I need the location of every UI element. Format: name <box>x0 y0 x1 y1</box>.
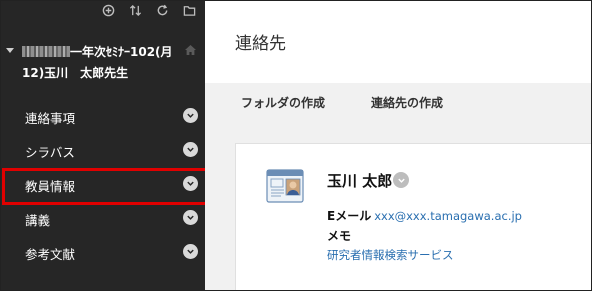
sidebar-item-label: シラバス <box>25 145 75 160</box>
create-contact-button[interactable]: 連絡先の作成 <box>371 94 443 111</box>
course-title: 一年次ｾﾐﾅｰ102(月 12)玉川 太郎先生 <box>22 45 173 80</box>
chevron-down-icon[interactable] <box>183 142 198 157</box>
sidebar-item-label: 教員情報 <box>25 179 76 194</box>
course-sidebar: 一年次ｾﾐﾅｰ102(月 12)玉川 太郎先生 連絡事項 シラバス 教員情報 講… <box>0 0 211 291</box>
chevron-down-icon[interactable] <box>393 172 409 188</box>
sidebar-toolbar <box>100 2 197 18</box>
chevron-down-icon[interactable] <box>183 244 198 259</box>
sidebar-item-instructor-info[interactable]: 教員情報 <box>0 167 211 205</box>
folder-icon[interactable] <box>181 2 197 18</box>
email-label: Eメール <box>327 209 372 223</box>
redacted-text <box>22 46 70 57</box>
contact-name[interactable]: 玉川 太郎 <box>327 170 392 191</box>
chevron-down-icon[interactable] <box>183 108 198 123</box>
collapse-caret-icon[interactable] <box>6 48 14 53</box>
email-row: Eメール xxx@xxx.tamagawa.ac.jp <box>327 207 522 224</box>
contact-card-icon <box>266 169 304 203</box>
refresh-icon[interactable] <box>154 2 170 18</box>
sort-arrows-icon[interactable] <box>127 2 143 18</box>
sidebar-item-label: 連絡事項 <box>25 111 76 126</box>
home-icon[interactable] <box>185 45 196 55</box>
chevron-down-icon[interactable] <box>183 176 198 191</box>
chevron-down-icon[interactable] <box>183 210 198 225</box>
sidebar-item-announcements[interactable]: 連絡事項 <box>0 99 205 133</box>
sidebar-item-label: 講義 <box>25 213 51 228</box>
sidebar-item-syllabus[interactable]: シラバス <box>0 133 205 167</box>
main-content: 連絡先 フォルダの作成 連絡先の作成 玉川 太郎 Eメール xxx@xxx.tam… <box>205 0 592 291</box>
add-circle-icon[interactable] <box>100 2 116 18</box>
researcher-search-link[interactable]: 研究者情報検索サービス <box>327 247 454 263</box>
sidebar-item-references[interactable]: 参考文献 <box>0 235 205 269</box>
sidebar-item-label: 参考文献 <box>25 247 76 262</box>
action-bar: フォルダの作成 連絡先の作成 <box>205 83 592 120</box>
page-header: 連絡先 <box>205 0 592 83</box>
create-folder-button[interactable]: フォルダの作成 <box>241 94 325 111</box>
page-title: 連絡先 <box>235 34 286 54</box>
contact-card: 玉川 太郎 Eメール xxx@xxx.tamagawa.ac.jp メモ 研究者情… <box>235 143 592 291</box>
sidebar-menu: 連絡事項 シラバス 教員情報 講義 参考文献 <box>0 99 211 269</box>
email-link[interactable]: xxx@xxx.tamagawa.ac.jp <box>374 209 522 223</box>
sidebar-item-lectures[interactable]: 講義 <box>0 201 205 235</box>
memo-label: メモ <box>327 229 352 243</box>
